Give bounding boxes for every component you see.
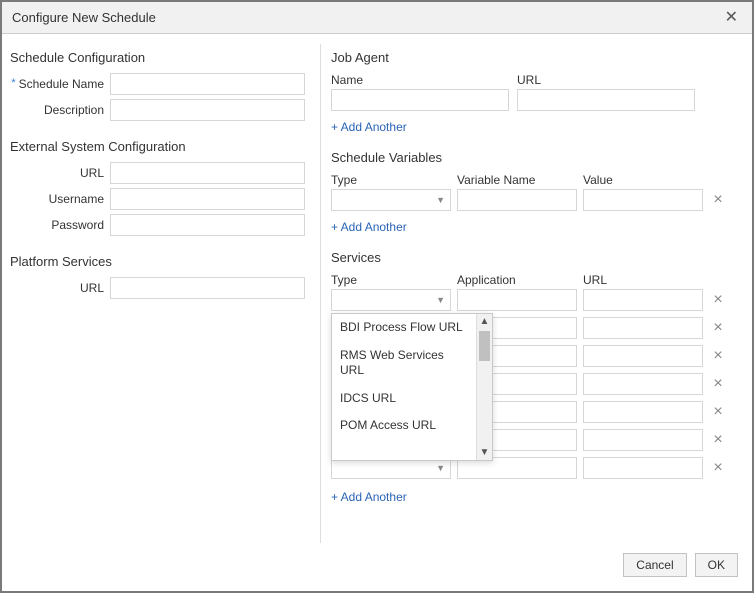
job-agent-add-another-link[interactable]: + Add Another	[331, 120, 407, 134]
services-table: ▼ BDI Process Flow URL RMS Web Services …	[331, 289, 744, 479]
job-agent-name-header: Name	[331, 73, 517, 87]
ext-password-label: Password	[10, 218, 110, 232]
required-mark-icon: *	[11, 77, 15, 89]
svc-url-input[interactable]	[583, 373, 703, 395]
sv-value-header: Value	[583, 173, 744, 187]
dialog-window: Configure New Schedule ✕ Schedule Config…	[0, 0, 754, 593]
schedule-name-label: *Schedule Name	[10, 77, 110, 91]
remove-row-icon[interactable]: ×	[709, 192, 727, 208]
remove-row-icon[interactable]: ×	[709, 292, 727, 308]
description-row: Description	[10, 99, 308, 121]
schedule-name-row: *Schedule Name	[10, 73, 308, 95]
sv-name-input[interactable]	[457, 189, 577, 211]
services-heading: Services	[331, 250, 744, 265]
scroll-up-icon[interactable]: ▲	[480, 314, 490, 329]
svc-type-dropdown: BDI Process Flow URL RMS Web Services UR…	[331, 313, 493, 461]
dialog-title: Configure New Schedule	[12, 10, 721, 25]
svc-url-header: URL	[583, 273, 744, 287]
service-row: ▼ BDI Process Flow URL RMS Web Services …	[331, 289, 744, 311]
remove-row-icon[interactable]: ×	[709, 348, 727, 364]
platform-services-heading: Platform Services	[10, 254, 308, 269]
remove-row-icon[interactable]: ×	[709, 320, 727, 336]
svc-url-input[interactable]	[583, 401, 703, 423]
dropdown-option[interactable]: POM Access URL	[340, 418, 468, 434]
schedule-config-heading: Schedule Configuration	[10, 50, 308, 65]
dropdown-option[interactable]: RMS Web Services URL	[340, 348, 468, 379]
ext-username-row: Username	[10, 188, 308, 210]
dropdown-option[interactable]: BDI Process Flow URL	[340, 320, 468, 336]
svc-type-select[interactable]	[331, 289, 451, 311]
ext-username-input[interactable]	[110, 188, 305, 210]
job-agent-name-input[interactable]	[331, 89, 509, 111]
remove-row-icon[interactable]: ×	[709, 432, 727, 448]
ext-password-input[interactable]	[110, 214, 305, 236]
ext-url-row: URL	[10, 162, 308, 184]
scroll-track[interactable]	[477, 329, 492, 445]
svc-app-header: Application	[457, 273, 583, 287]
left-column: Schedule Configuration *Schedule Name De…	[10, 44, 320, 543]
cancel-button[interactable]: Cancel	[623, 553, 686, 577]
svc-url-input[interactable]	[583, 317, 703, 339]
scroll-down-icon[interactable]: ▼	[480, 445, 490, 460]
job-agent-row	[331, 89, 744, 111]
remove-row-icon[interactable]: ×	[709, 460, 727, 476]
scroll-thumb[interactable]	[479, 331, 490, 361]
dialog-footer: Cancel OK	[2, 543, 752, 591]
remove-row-icon[interactable]: ×	[709, 404, 727, 420]
external-system-heading: External System Configuration	[10, 139, 308, 154]
svc-add-another-link[interactable]: + Add Another	[331, 490, 407, 504]
job-agent-url-input[interactable]	[517, 89, 695, 111]
right-column: Job Agent Name URL + Add Another Schedul…	[320, 44, 744, 543]
platform-url-row: URL	[10, 277, 308, 299]
titlebar: Configure New Schedule ✕	[2, 2, 752, 34]
job-agent-headers: Name URL	[331, 73, 744, 87]
svc-type-header: Type	[331, 273, 457, 287]
ok-button[interactable]: OK	[695, 553, 738, 577]
job-agent-heading: Job Agent	[331, 50, 744, 65]
ext-url-input[interactable]	[110, 162, 305, 184]
platform-url-input[interactable]	[110, 277, 305, 299]
dropdown-option[interactable]: IDCS URL	[340, 391, 468, 407]
schedule-variables-headers: Type Variable Name Value	[331, 173, 744, 187]
sv-value-input[interactable]	[583, 189, 703, 211]
ext-url-label: URL	[10, 166, 110, 180]
ext-password-row: Password	[10, 214, 308, 236]
svc-app-input[interactable]	[457, 289, 577, 311]
platform-url-label: URL	[10, 281, 110, 295]
job-agent-url-header: URL	[517, 73, 744, 87]
sv-add-another-link[interactable]: + Add Another	[331, 220, 407, 234]
sv-type-header: Type	[331, 173, 457, 187]
schedule-variable-row: ▼ ×	[331, 189, 744, 211]
remove-row-icon[interactable]: ×	[709, 376, 727, 392]
close-icon[interactable]: ✕	[721, 10, 742, 26]
dropdown-items: BDI Process Flow URL RMS Web Services UR…	[332, 314, 476, 460]
sv-name-header: Variable Name	[457, 173, 583, 187]
schedule-name-input[interactable]	[110, 73, 305, 95]
dropdown-scrollbar[interactable]: ▲ ▼	[476, 314, 492, 460]
schedule-variables-heading: Schedule Variables	[331, 150, 744, 165]
description-input[interactable]	[110, 99, 305, 121]
sv-type-select[interactable]	[331, 189, 451, 211]
svc-url-input[interactable]	[583, 457, 703, 479]
services-headers: Type Application URL	[331, 273, 744, 287]
svc-url-input[interactable]	[583, 429, 703, 451]
svc-url-input[interactable]	[583, 289, 703, 311]
ext-username-label: Username	[10, 192, 110, 206]
description-label: Description	[10, 103, 110, 117]
dialog-body: Schedule Configuration *Schedule Name De…	[2, 34, 752, 543]
svc-url-input[interactable]	[583, 345, 703, 367]
